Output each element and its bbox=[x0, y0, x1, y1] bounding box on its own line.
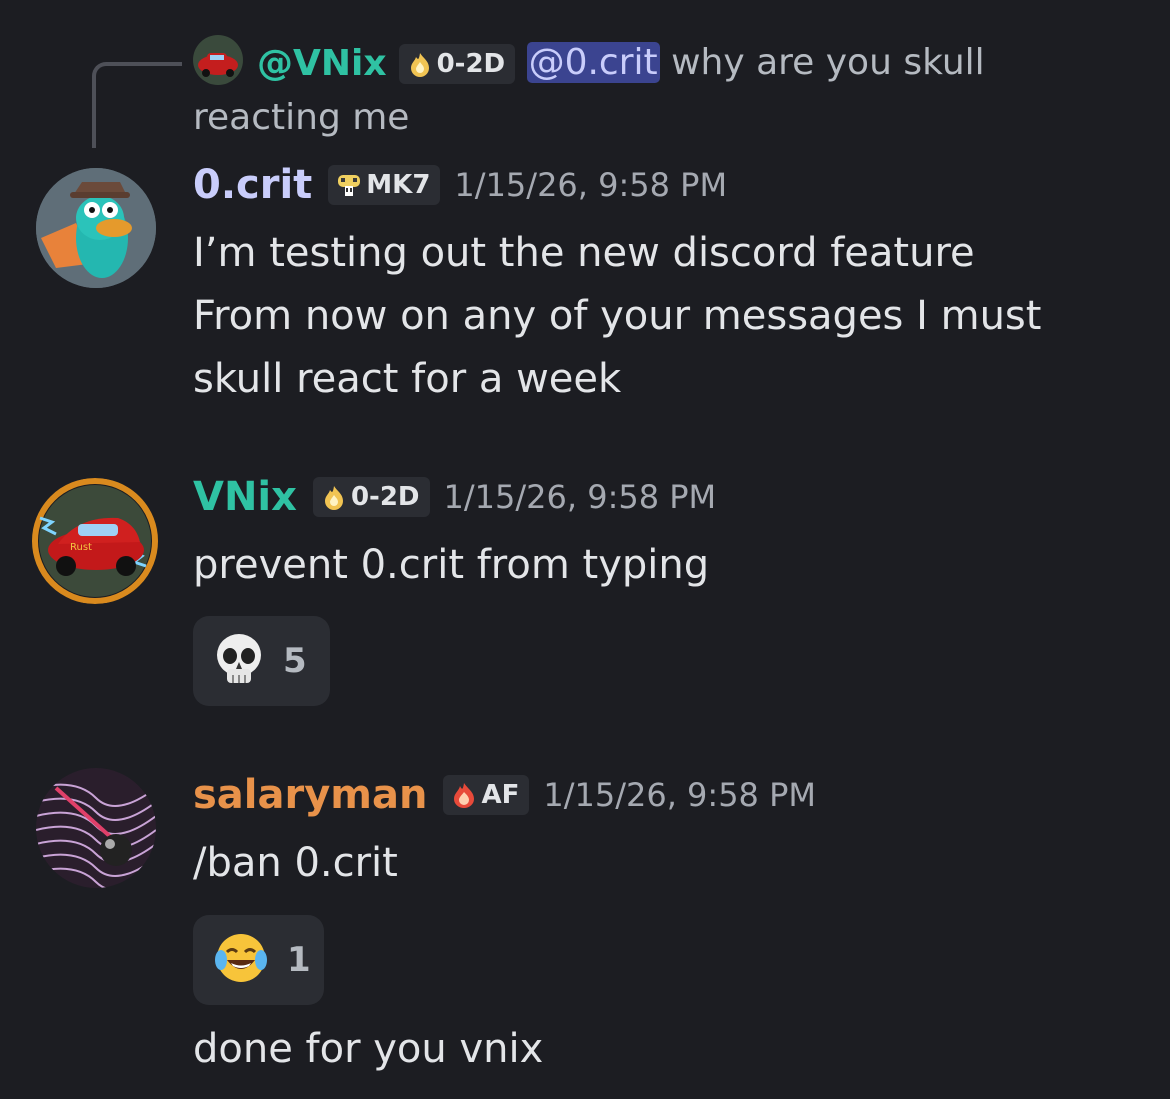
message-line: From now on any of your messages I must bbox=[193, 293, 1042, 339]
avatar[interactable]: Rust bbox=[28, 478, 162, 604]
username[interactable]: salaryman bbox=[193, 772, 427, 818]
message-header: VNix 0-2D 1/15/26, 9:58 PM bbox=[193, 474, 716, 520]
reply-connector bbox=[92, 62, 182, 148]
message-line: prevent 0.crit from typing bbox=[193, 542, 710, 588]
message-line: /ban 0.crit bbox=[193, 840, 398, 886]
reply-author-tag[interactable]: 0-2D bbox=[398, 44, 516, 84]
message-line: done for you vnix bbox=[193, 1026, 544, 1072]
tears-of-joy-icon bbox=[213, 930, 269, 990]
svg-text:Rust: Rust bbox=[70, 542, 92, 553]
mention-chip[interactable]: @0.crit bbox=[526, 42, 660, 83]
fire-icon bbox=[451, 782, 477, 808]
message-content: /ban 0.crit bbox=[193, 832, 398, 895]
reply-tag-label: 0-2D bbox=[436, 49, 506, 79]
reaction-laughing[interactable]: 1 bbox=[193, 915, 324, 1005]
message-header: salaryman AF 1/15/26, 9:58 PM bbox=[193, 772, 816, 818]
message-line: I’m testing out the new discord feature bbox=[193, 230, 975, 276]
message-header: 0.crit MK7 1/15/26, 9:58 PM bbox=[193, 162, 727, 208]
avatar[interactable] bbox=[36, 168, 156, 288]
timestamp: 1/15/26, 9:58 PM bbox=[454, 166, 728, 204]
reaction-count: 1 bbox=[287, 940, 311, 980]
message-content: done for you vnix bbox=[193, 1018, 543, 1081]
timestamp: 1/15/26, 9:58 PM bbox=[443, 478, 717, 516]
flame-icon bbox=[321, 484, 347, 510]
user-tag-label: MK7 bbox=[366, 170, 431, 200]
reply-author[interactable]: @VNix bbox=[257, 43, 387, 84]
timestamp: 1/15/26, 9:58 PM bbox=[543, 776, 816, 814]
user-tag[interactable]: AF bbox=[443, 775, 530, 815]
message-line: skull react for a week bbox=[193, 356, 622, 402]
user-tag-label: 0-2D bbox=[350, 482, 420, 512]
message-content: prevent 0.crit from typing bbox=[193, 534, 709, 597]
user-tag[interactable]: MK7 bbox=[328, 165, 441, 205]
avatar[interactable] bbox=[36, 768, 156, 888]
mushroom-icon bbox=[336, 172, 362, 198]
username[interactable]: 0.crit bbox=[193, 162, 312, 208]
user-tag[interactable]: 0-2D bbox=[312, 477, 430, 517]
skull-icon bbox=[213, 631, 265, 691]
reply-preview[interactable]: @VNix 0-2D @0.crit why are you skull reac… bbox=[193, 35, 1023, 145]
reply-avatar[interactable] bbox=[193, 35, 243, 85]
username[interactable]: VNix bbox=[193, 474, 297, 520]
reaction-skull[interactable]: 5 bbox=[193, 616, 330, 706]
message-content: I’m testing out the new discord feature … bbox=[193, 222, 1041, 411]
reaction-count: 5 bbox=[283, 641, 307, 681]
user-tag-label: AF bbox=[481, 780, 520, 810]
flame-icon bbox=[407, 51, 433, 77]
